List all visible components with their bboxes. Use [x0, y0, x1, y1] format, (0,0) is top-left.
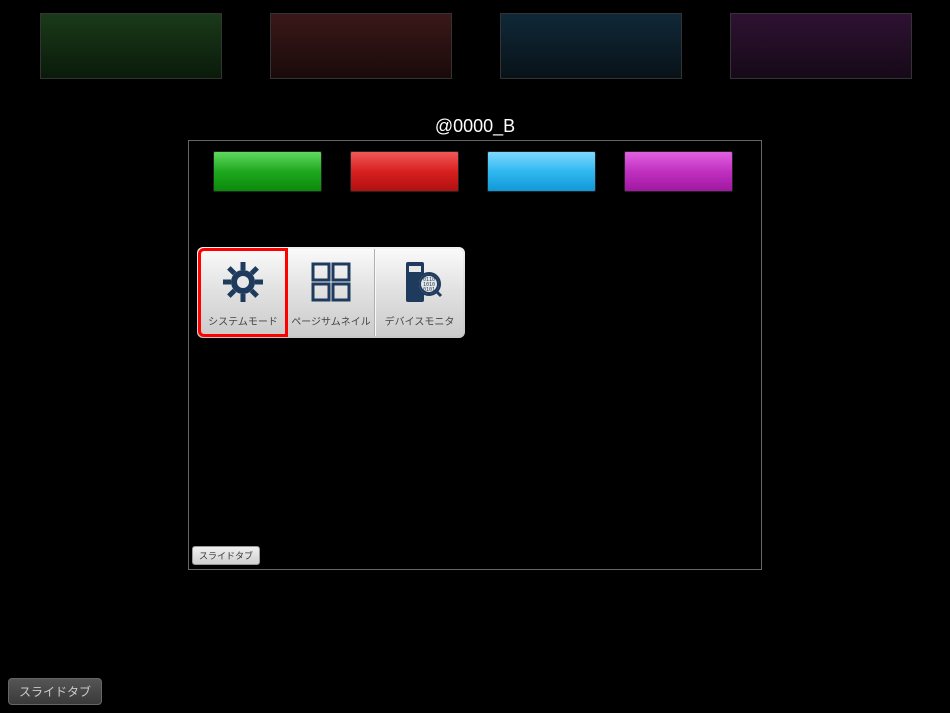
- page-thumbnail-label: ページサムネイル: [291, 313, 371, 328]
- top-swatch-red[interactable]: [270, 13, 452, 79]
- slide-tab-outer[interactable]: スライドタブ: [8, 678, 102, 705]
- gear-icon: [218, 257, 268, 307]
- color-button-magenta[interactable]: [624, 151, 733, 192]
- page-title: @0000_B: [0, 116, 950, 137]
- color-button-green[interactable]: [213, 151, 322, 192]
- top-swatch-blue[interactable]: [500, 13, 682, 79]
- device-monitor-button[interactable]: 0110 1010 0101 デバイスモニタ: [375, 249, 463, 336]
- mode-toolbar: システムモード ページサムネイル: [197, 247, 465, 338]
- page-thumbnail-button[interactable]: ページサムネイル: [287, 249, 375, 336]
- color-button-red[interactable]: [350, 151, 459, 192]
- top-swatch-green[interactable]: [40, 13, 222, 79]
- top-swatch-row: [40, 13, 912, 79]
- grid-icon: [306, 257, 356, 307]
- main-panel: システムモード ページサムネイル: [188, 140, 762, 570]
- color-button-row: [213, 151, 733, 192]
- top-swatch-purple[interactable]: [730, 13, 912, 79]
- device-monitor-label: デバイスモニタ: [385, 313, 455, 328]
- slide-tab-inner[interactable]: スライドタブ: [192, 546, 260, 565]
- device-monitor-icon: 0110 1010 0101: [395, 257, 445, 307]
- system-mode-label: システムモード: [208, 313, 278, 328]
- system-mode-button[interactable]: システムモード: [199, 249, 287, 336]
- color-button-blue[interactable]: [487, 151, 596, 192]
